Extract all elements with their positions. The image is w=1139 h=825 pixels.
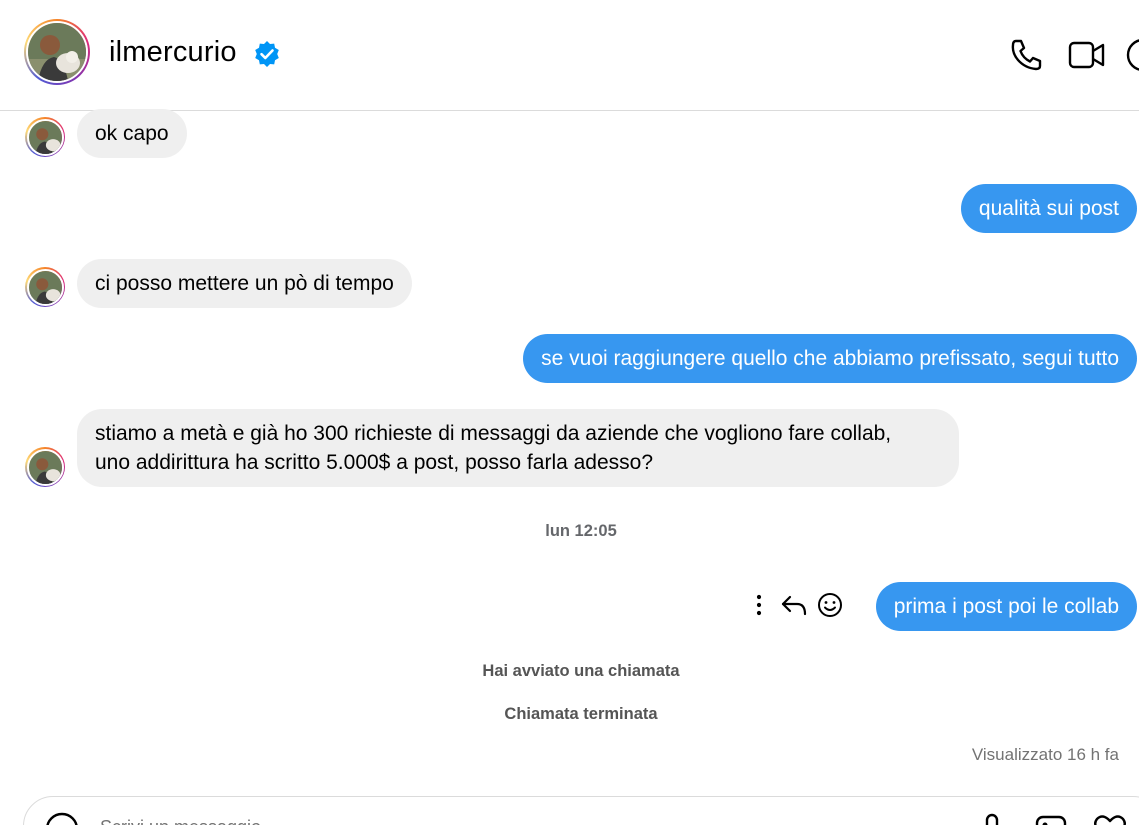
contact-avatar[interactable] (24, 19, 90, 85)
more-options-icon[interactable] (744, 590, 774, 620)
info-icon[interactable] (1124, 36, 1139, 74)
call-event: Hai avviato una chiamata (482, 662, 680, 680)
avatar-photo (28, 23, 86, 81)
emoji-picker-icon[interactable] (44, 811, 80, 825)
incoming-message[interactable]: ci posso mettere un pò di tempo (77, 259, 412, 308)
message-sender-avatar[interactable] (25, 267, 65, 307)
seen-status: Visualizzato 16 h fa (971, 745, 1119, 764)
like-heart-icon[interactable] (1092, 811, 1128, 825)
outgoing-message[interactable]: prima i post poi le collab (875, 582, 1137, 631)
call-event: Chiamata terminata (504, 705, 658, 723)
image-upload-icon[interactable] (1033, 811, 1069, 825)
message-timestamp: lun 12:05 (545, 522, 617, 540)
contact-username[interactable]: ilmercurio (109, 36, 237, 69)
outgoing-message[interactable]: se vuoi raggiungere quello che abbiamo p… (523, 334, 1137, 383)
message-input[interactable] (100, 809, 900, 825)
microphone-icon[interactable] (974, 811, 1010, 825)
message-line: stiamo a metà e già ho 300 richieste di … (95, 422, 892, 445)
message-sender-avatar[interactable] (25, 447, 65, 487)
video-call-icon[interactable] (1067, 36, 1105, 74)
message-sender-avatar[interactable] (25, 117, 65, 157)
incoming-message[interactable]: ok capo (77, 109, 187, 158)
message-composer (23, 796, 1139, 825)
outgoing-message[interactable]: qualità sui post (960, 184, 1137, 233)
reply-icon[interactable] (779, 590, 809, 620)
message-actions (742, 590, 852, 622)
chat-header: ilmercurio (0, 0, 1139, 111)
message-line: uno addirittura ha scritto 5.000$ a post… (95, 451, 654, 474)
audio-call-icon[interactable] (1008, 36, 1046, 74)
verified-badge-icon (255, 41, 279, 67)
incoming-message[interactable]: stiamo a metà e già ho 300 richieste di … (77, 409, 959, 487)
react-emoji-icon[interactable] (815, 590, 845, 620)
